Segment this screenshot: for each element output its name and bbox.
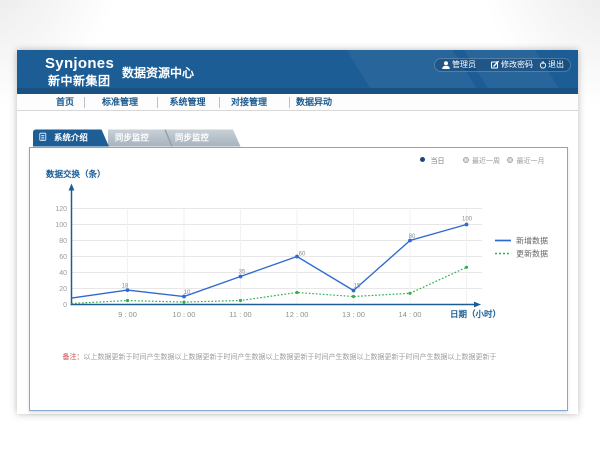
svg-text:10: 10 — [183, 290, 190, 296]
svg-text:80: 80 — [408, 234, 415, 240]
svg-text:60: 60 — [59, 254, 67, 261]
svg-text:60: 60 — [298, 251, 305, 257]
svg-text:40: 40 — [59, 270, 67, 277]
svg-text:新增数据: 新增数据 — [516, 235, 548, 245]
svg-text:同步监控: 同步监控 — [115, 133, 149, 143]
svg-text:9 : 00: 9 : 00 — [118, 310, 137, 319]
svg-text:14 : 00: 14 : 00 — [398, 310, 421, 319]
svg-text:系统介绍: 系统介绍 — [54, 133, 88, 143]
svg-text:18: 18 — [121, 283, 128, 289]
svg-text:13 : 00: 13 : 00 — [342, 310, 365, 319]
svg-text:80: 80 — [59, 238, 67, 245]
svg-text:35: 35 — [238, 269, 245, 275]
svg-text:100: 100 — [461, 216, 472, 222]
svg-text:同步监控: 同步监控 — [175, 133, 209, 143]
svg-text:15: 15 — [353, 283, 360, 289]
svg-text:100: 100 — [55, 222, 67, 229]
svg-text:日期（小时）: 日期（小时） — [450, 309, 501, 319]
svg-text:11 : 00: 11 : 00 — [229, 310, 251, 319]
svg-text:0: 0 — [63, 302, 67, 309]
svg-text:数据交换（条）: 数据交换（条） — [46, 169, 106, 179]
svg-text:20: 20 — [59, 286, 67, 293]
svg-text:更新数据: 更新数据 — [516, 248, 548, 258]
svg-text:12 : 00: 12 : 00 — [285, 310, 308, 319]
svg-text:120: 120 — [55, 206, 67, 213]
svg-text:10 : 00: 10 : 00 — [172, 310, 195, 319]
